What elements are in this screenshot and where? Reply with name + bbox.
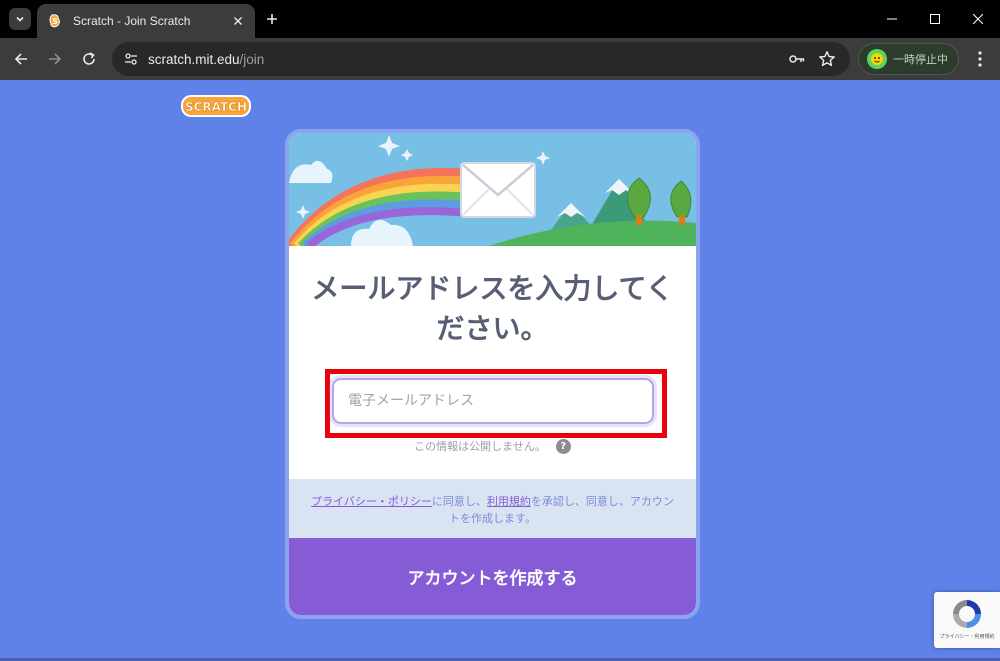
browser-toolbar: scratch.mit.edu/join 一時停止中 (0, 38, 1000, 80)
new-tab-button[interactable] (261, 8, 283, 30)
close-icon[interactable] (229, 12, 247, 30)
rainbow-envelope-illustration (289, 133, 696, 246)
address-bar[interactable]: scratch.mit.edu/join (112, 42, 850, 76)
back-button[interactable] (7, 45, 35, 73)
reload-button[interactable] (75, 45, 103, 73)
tab-strip: S Scratch - Join Scratch (0, 0, 1000, 38)
create-account-button[interactable]: アカウントを作成する (289, 538, 696, 615)
minimize-icon (887, 18, 897, 20)
tune-icon (125, 53, 137, 65)
profile-button[interactable]: 一時停止中 (858, 43, 959, 75)
reload-icon (83, 52, 95, 65)
more-vert-icon (978, 51, 982, 67)
arrow-right-icon (49, 53, 62, 65)
site-info-button[interactable] (116, 44, 146, 74)
terms-of-use-link[interactable]: 利用規約 (487, 495, 531, 508)
recaptcha-badge[interactable]: プライバシー・利用規約 (934, 592, 1000, 648)
email-field[interactable] (332, 378, 654, 424)
scratch-favicon-icon: S (49, 14, 60, 28)
close-icon (973, 14, 983, 24)
plus-icon (267, 14, 277, 24)
page-viewport: SCRATCH メールアドレスを入力してください。 電子メールアドレス この情報… (0, 80, 1000, 661)
url-text: scratch.mit.edu/join (148, 51, 265, 67)
chevron-down-icon (16, 16, 24, 22)
svg-text:SCRATCH: SCRATCH (185, 100, 247, 114)
browser-menu-button[interactable] (966, 45, 994, 73)
maximize-button[interactable] (913, 0, 957, 38)
help-icon[interactable]: ? (555, 438, 571, 454)
arrow-left-icon (14, 53, 27, 65)
scratch-logo[interactable]: SCRATCH (179, 92, 253, 120)
profile-status: 一時停止中 (893, 53, 948, 66)
minimize-button[interactable] (870, 0, 914, 38)
consent-text-part1: に同意し、 (431, 495, 487, 508)
tab-title: Scratch - Join Scratch (73, 14, 191, 28)
forward-button[interactable] (41, 45, 69, 73)
svg-text:S: S (52, 17, 58, 26)
recaptcha-icon (953, 600, 981, 628)
privacy-policy-link[interactable]: プライバシー・ポリシー (311, 495, 432, 508)
join-modal: メールアドレスを入力してください。 この情報は公開しません。 ? プライバシー・… (285, 129, 700, 619)
tab-scratch-join[interactable]: S Scratch - Join Scratch (37, 4, 255, 38)
avatar (867, 49, 887, 69)
star-icon[interactable] (816, 48, 838, 70)
window-close-button[interactable] (956, 0, 1000, 38)
recaptcha-text: プライバシー・利用規約 (939, 634, 995, 640)
consent-text: プライバシー・ポリシーに同意し、利用規約を承認し、同意し、アカウントを作成します… (289, 479, 696, 538)
key-icon[interactable] (786, 48, 808, 70)
privacy-note-text: この情報は公開しません。 (414, 440, 546, 453)
maximize-icon (930, 14, 940, 24)
privacy-note: この情報は公開しません。 ? (289, 438, 696, 454)
tab-search-button[interactable] (9, 8, 31, 30)
page-title: メールアドレスを入力してください。 (311, 272, 674, 345)
